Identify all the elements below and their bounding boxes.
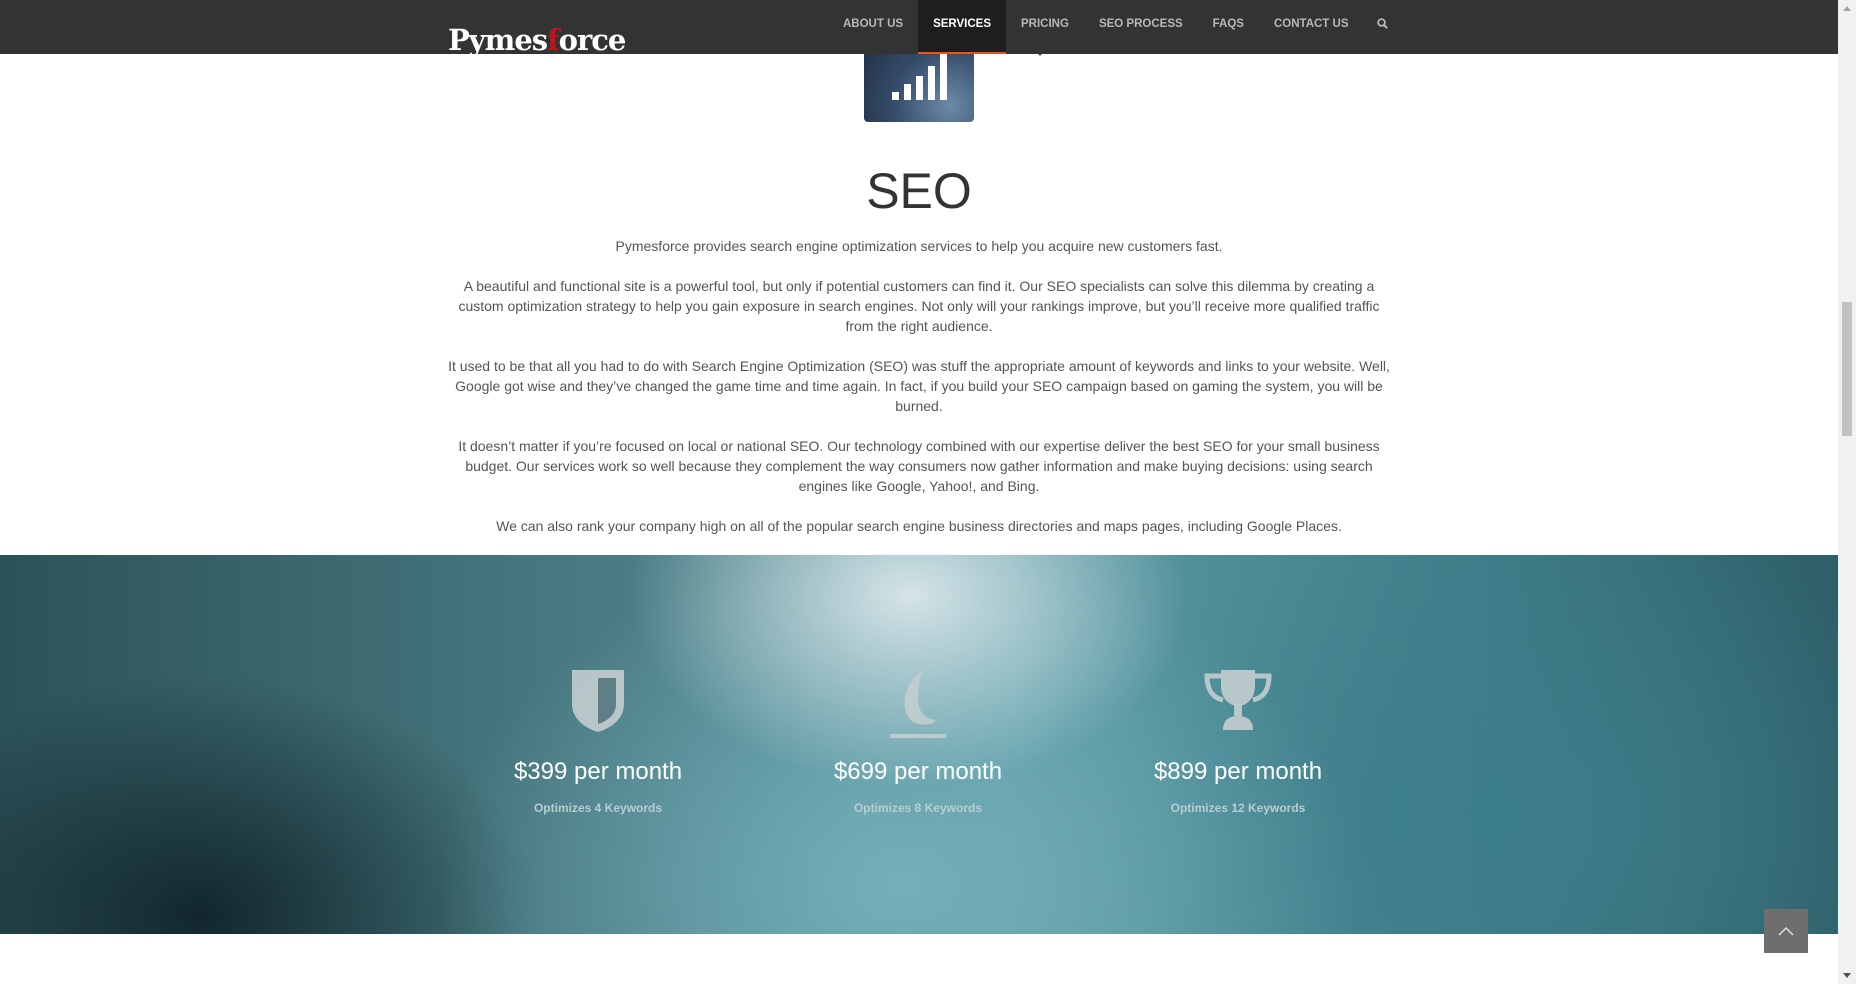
intro-paragraph: A beautiful and functional site is a pow… xyxy=(458,278,1380,334)
section-title: SEO xyxy=(866,163,972,219)
page-scrollbar[interactable] xyxy=(1838,0,1856,984)
scroll-up-arrow-icon[interactable] xyxy=(1843,6,1851,11)
nav-item-seo-process[interactable]: SEO PROCESS xyxy=(1084,0,1198,54)
search-icon xyxy=(1376,18,1388,29)
back-to-top-button[interactable] xyxy=(1764,909,1808,953)
site-logo[interactable]: Pymesforce xyxy=(448,22,627,58)
scrollbar-thumb[interactable] xyxy=(1842,302,1852,436)
intro-paragraph: It doesn’t matter if you’re focused on l… xyxy=(458,438,1380,494)
nav-item-faqs[interactable]: FAQS xyxy=(1198,0,1259,54)
nav-item-pricing[interactable]: PRICING xyxy=(1006,0,1084,54)
pricing-section: $399 per month Optimizes 4 Keywords $699… xyxy=(0,555,1838,934)
intro-paragraph: We can also rank your company high on al… xyxy=(496,518,1342,534)
plan-price: $399 per month xyxy=(513,758,683,785)
chevron-up-icon xyxy=(1778,926,1794,936)
trophy-icon xyxy=(1203,668,1273,737)
logo-text-accent: f xyxy=(547,23,560,57)
intro-paragraph: Pymesforce provides search engine optimi… xyxy=(615,238,1223,254)
plan-price: $899 per month xyxy=(1153,758,1323,785)
scroll-down-arrow-icon[interactable] xyxy=(1843,973,1851,978)
dropdown-caret-icon xyxy=(1035,50,1045,56)
nav-item-about-us[interactable]: ABOUT US xyxy=(828,0,918,54)
main-nav: ABOUT US SERVICES PRICING SEO PROCESS FA… xyxy=(828,0,1400,54)
seo-description: Pymesforce provides search engine optimi… xyxy=(448,236,1390,556)
plan-keywords: Optimizes 4 Keywords xyxy=(533,801,663,815)
intro-paragraph: It used to be that all you had to do wit… xyxy=(448,358,1390,414)
nav-item-contact-us[interactable]: CONTACT US xyxy=(1259,0,1364,54)
flame-icon xyxy=(888,668,948,745)
logo-text-part2: orce xyxy=(558,23,627,57)
plan-keywords: Optimizes 8 Keywords xyxy=(853,801,983,815)
search-button[interactable] xyxy=(1364,0,1400,54)
logo-text-part1: Pymes xyxy=(448,23,548,57)
plan-price: $699 per month xyxy=(833,758,1003,785)
shield-icon xyxy=(570,668,626,739)
plan-keywords: Optimizes 12 Keywords xyxy=(1170,801,1306,815)
site-header: Pymesforce ABOUT US SERVICES PRICING SEO… xyxy=(0,0,1838,57)
nav-item-services[interactable]: SERVICES xyxy=(918,0,1007,54)
